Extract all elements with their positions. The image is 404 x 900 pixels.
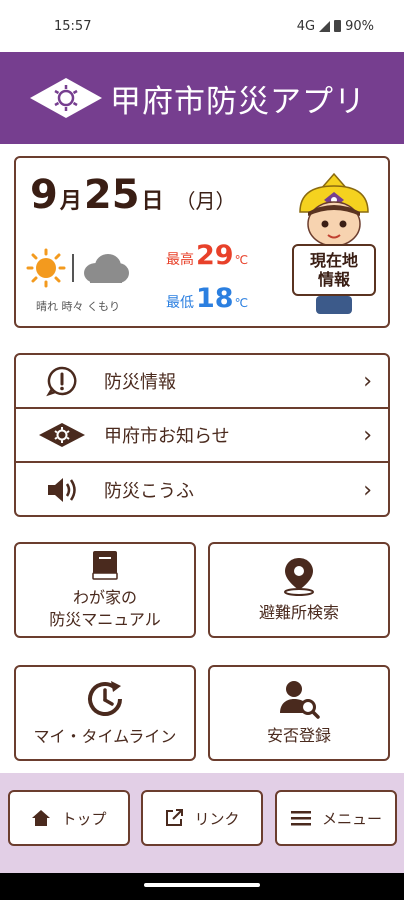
location-button-line2: 情報 [317,270,350,289]
nav-top-button[interactable]: トップ [8,790,130,846]
chevron-right-icon: › [363,477,372,503]
hamburger-icon [290,811,311,826]
network-type: 4G [296,18,316,34]
temp-low-label: 最低 [166,295,194,311]
nav-label: トップ [61,809,107,828]
date-month-unit: 月 [59,189,82,214]
date-display: 9 月 25 日 （月） [30,172,236,218]
menu-item-bousai-kofu[interactable]: 防災こうふ › [16,463,388,515]
home-icon [32,810,51,826]
menu-item-city-news[interactable]: 甲府市お知らせ › [16,409,388,463]
date-day-unit: 日 [141,189,164,214]
temp-low: 最低 18 ℃ [166,283,248,314]
temp-low-value: 18 [196,283,234,314]
app-header: 甲府市防災アプリ [0,52,404,144]
chevron-right-icon: › [363,368,372,394]
map-pin-icon [284,557,314,596]
temp-high-unit: ℃ [234,253,249,267]
nav-label: メニュー [321,809,382,828]
external-link-icon [166,809,184,826]
book-icon [92,550,118,580]
temp-high-label: 最高 [166,252,194,268]
current-location-button[interactable]: 現在地 情報 [292,244,376,296]
battery-level: 90% [345,18,374,34]
info-menu-list: 防災情報 › 甲府市お知らせ › 防災こうふ › [14,353,390,517]
tile-label: 安否登録 [266,725,331,745]
menu-label: 甲府市お知らせ [104,426,230,447]
weather-separator [72,254,74,282]
nav-menu-button[interactable]: メニュー [275,790,397,846]
cloud-icon [84,254,129,283]
tile-my-timeline[interactable]: マイ・タイムライン [14,665,196,761]
tile-label-line1: わが家の [72,587,137,607]
clock-refresh-icon [88,680,122,716]
location-button-line1: 現在地 [309,250,358,270]
weather-card: 9 月 25 日 （月） 晴れ 時々 くもり 最高 29 ℃ 最低 18 ℃ 現… [14,156,390,328]
menu-label: 防災情報 [104,372,176,393]
tile-safety-registration[interactable]: 安否登録 [208,665,390,761]
signal-icon [319,20,331,32]
alert-circle-icon [38,366,86,397]
temp-high-value: 29 [196,240,234,271]
weather-condition: 晴れ 時々 くもり [36,300,120,313]
date-month: 9 [30,172,58,218]
bottom-nav-bar: トップ リンク メニュー [0,773,404,873]
chevron-right-icon: › [363,422,372,448]
nav-label: リンク [194,809,240,828]
menu-item-disaster-info[interactable]: 防災情報 › [16,355,388,409]
person-search-icon [280,680,320,719]
tile-shelter-search[interactable]: 避難所検索 [208,542,390,638]
tile-label: 避難所検索 [258,602,339,622]
tile-label-line2: 防災マニュアル [49,610,161,629]
home-gesture-handle[interactable] [144,883,260,887]
system-gesture-bar [0,873,404,900]
status-indicators: 4G 90% [297,19,374,34]
app-title: 甲府市防災アプリ [110,83,366,120]
city-emblem-icon [30,78,102,118]
menu-label: 防災こうふ [104,481,194,502]
status-time: 15:57 [54,18,92,34]
temp-low-unit: ℃ [234,296,249,310]
nav-link-button[interactable]: リンク [141,790,263,846]
speaker-icon [38,475,86,505]
sun-icon [26,248,66,288]
status-bar: 15:57 4G 90% [0,0,404,52]
city-emblem-icon [38,420,86,450]
tile-label: マイ・タイムライン [33,726,177,746]
date-day: 25 [83,172,140,218]
tile-home-manual[interactable]: わが家の 防災マニュアル [14,542,196,638]
battery-icon [334,20,342,32]
weather-icons [26,248,130,288]
temp-high: 最高 29 ℃ [166,240,248,271]
date-weekday: （月） [175,189,236,213]
